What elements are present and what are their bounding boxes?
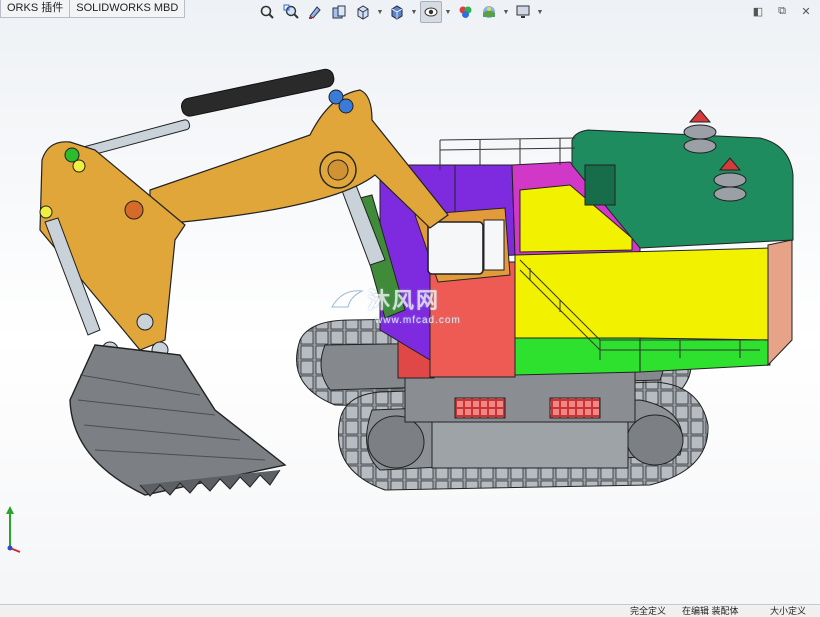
tab-plugins[interactable]: ORKS 插件 xyxy=(0,0,71,18)
apply-scene-dropdown[interactable]: ▼ xyxy=(502,9,510,16)
window-controls: ◧ ⧉ ✕ xyxy=(750,3,814,19)
coordinate-triad xyxy=(6,506,21,553)
section-view-icon[interactable] xyxy=(328,1,350,23)
watermark-url: www.mfcad.com xyxy=(375,315,461,326)
status-bar: 完全定义 在编辑 装配体 大小定义 xyxy=(0,604,820,617)
previous-view-icon[interactable] xyxy=(304,1,326,23)
zoom-area-icon[interactable] xyxy=(280,1,302,23)
zoom-to-fit-icon[interactable] xyxy=(256,1,278,23)
bucket xyxy=(69,344,287,497)
command-manager-tabs: ORKS 插件 SOLIDWORKS MBD xyxy=(0,0,186,18)
display-style-icon[interactable] xyxy=(386,1,408,23)
display-style-dropdown[interactable]: ▼ xyxy=(410,9,418,16)
hide-show-items-icon[interactable] xyxy=(420,1,442,23)
watermark-icon xyxy=(331,290,364,308)
tab-solidworks-mbd[interactable]: SOLIDWORKS MBD xyxy=(69,0,186,18)
watermark-logo: 沐风网 xyxy=(330,283,440,315)
apply-scene-icon[interactable] xyxy=(478,1,500,23)
status-editing: 在编辑 装配体 xyxy=(682,606,739,616)
heads-up-view-toolbar: ▼ ▼ ▼ ▼ ▼ xyxy=(256,0,544,24)
status-size: 大小定义 xyxy=(770,606,807,616)
status-fully-defined: 完全定义 xyxy=(630,606,667,616)
hide-show-dropdown[interactable]: ▼ xyxy=(444,9,452,16)
edit-appearance-icon[interactable] xyxy=(454,1,476,23)
view-settings-dropdown[interactable]: ▼ xyxy=(536,9,544,16)
restore-icon[interactable]: ⧉ xyxy=(774,3,790,19)
view-orientation-dropdown[interactable]: ▼ xyxy=(376,9,384,16)
view-settings-icon[interactable] xyxy=(512,1,534,23)
view-orientation-icon[interactable] xyxy=(352,1,374,23)
restore-left-icon[interactable]: ◧ xyxy=(750,3,766,19)
watermark-text: 沐风网 xyxy=(368,288,441,313)
close-pane-icon[interactable]: ✕ xyxy=(798,3,814,19)
